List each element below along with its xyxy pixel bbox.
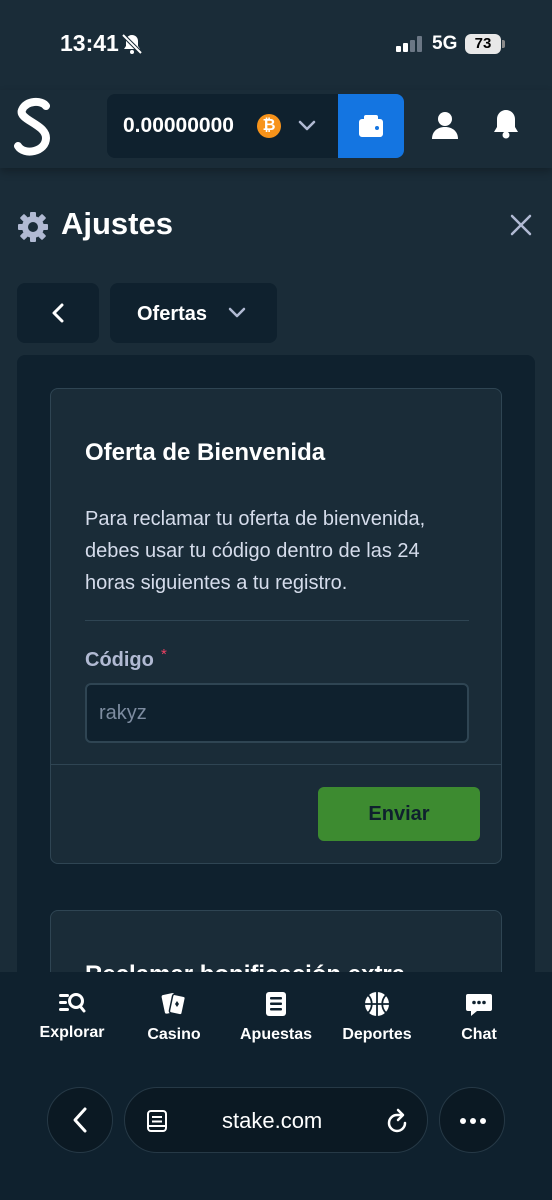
notifications-bell-icon[interactable] <box>491 108 521 140</box>
balance-selector[interactable]: 0.00000000 ₿ <box>107 94 339 158</box>
network-label: 5G <box>432 33 458 54</box>
cards-icon <box>161 993 187 1016</box>
code-input[interactable] <box>85 683 469 743</box>
nav-item-chat[interactable]: Chat <box>429 990 529 1044</box>
section-dropdown[interactable]: Ofertas <box>110 283 277 343</box>
chat-icon <box>466 994 492 1016</box>
explore-icon <box>59 993 86 1013</box>
welcome-offer-card: Oferta de Bienvenida Para reclamar tu of… <box>50 388 502 864</box>
stake-logo[interactable] <box>12 96 56 160</box>
divider <box>85 620 469 621</box>
basketball-icon <box>365 992 389 1016</box>
nav-label: Chat <box>461 1026 497 1043</box>
welcome-offer-description: Para reclamar tu oferta de bienvenida, d… <box>85 508 426 594</box>
nav-item-casino[interactable]: Casino <box>124 990 224 1044</box>
balance-value: 0.00000000 <box>123 114 234 137</box>
status-bar: 13:41 5G 73 <box>0 0 552 90</box>
nav-label: Explorar <box>39 1024 105 1041</box>
user-icon[interactable] <box>430 110 460 140</box>
wallet-icon <box>359 115 383 137</box>
required-mark: * <box>161 646 167 663</box>
wallet-button[interactable] <box>338 94 404 158</box>
url-text: stake.com <box>222 1108 323 1133</box>
more-options-button[interactable] <box>439 1087 505 1153</box>
betslip-icon <box>266 992 286 1016</box>
submit-button[interactable]: Enviar <box>318 787 480 841</box>
back-button[interactable] <box>17 283 99 343</box>
bell-muted-icon <box>121 33 143 55</box>
nav-label: Apuestas <box>239 1026 313 1043</box>
chevron-left-icon <box>73 1107 87 1133</box>
nav-label: Deportes <box>342 1026 412 1043</box>
section-dropdown-label: Ofertas <box>137 303 208 325</box>
chevron-left-icon <box>52 303 64 323</box>
reload-icon[interactable] <box>384 1107 410 1135</box>
chevron-down-icon <box>298 120 316 131</box>
page-menu-icon <box>147 1110 167 1132</box>
nav-item-apuestas[interactable]: Apuestas <box>226 990 326 1044</box>
nav-item-deportes[interactable]: Deportes <box>327 990 427 1044</box>
close-icon[interactable] <box>509 213 533 237</box>
app-header: 0.00000000 ₿ <box>0 90 552 168</box>
signal-icon <box>396 36 422 52</box>
welcome-offer-title: Oferta de Bienvenida <box>85 439 326 466</box>
gear-icon <box>18 212 48 242</box>
ellipsis-icon <box>460 1118 486 1124</box>
page-title: Ajustes <box>61 206 173 241</box>
code-field-label: Código <box>85 649 154 671</box>
nav-label: Casino <box>147 1026 201 1043</box>
chevron-down-icon <box>228 307 246 318</box>
browser-back-button[interactable] <box>47 1087 113 1153</box>
bitcoin-icon: ₿ <box>257 114 281 138</box>
status-time: 13:41 <box>60 30 119 56</box>
divider <box>51 764 501 765</box>
battery-indicator: 73 <box>465 34 501 54</box>
bottom-nav: Explorar Casino Apuestas Deportes Chat <box>0 972 552 1200</box>
battery-tip <box>502 40 505 48</box>
nav-item-explorar[interactable]: Explorar <box>22 990 122 1042</box>
url-bar[interactable]: stake.com <box>124 1087 428 1153</box>
